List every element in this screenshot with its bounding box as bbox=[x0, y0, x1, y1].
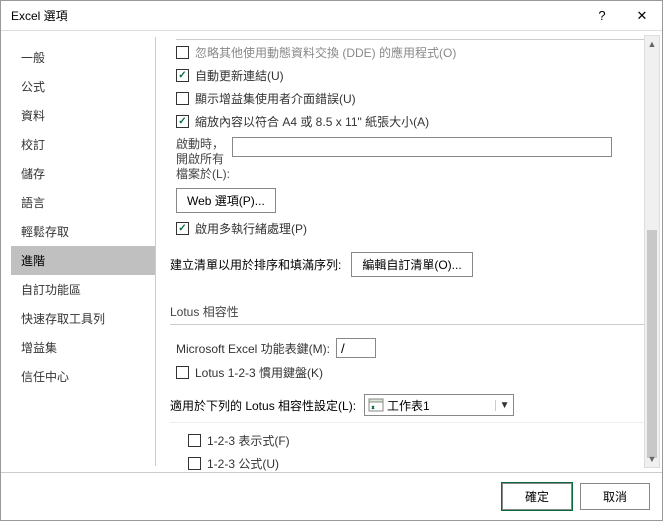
sidebar-item-addins[interactable]: 增益集 bbox=[11, 333, 155, 362]
category-sidebar: 一般 公式 資料 校訂 儲存 語言 輕鬆存取 進階 自訂功能區 快速存取工具列 … bbox=[11, 37, 156, 466]
vertical-scrollbar[interactable]: ▲ ▼ bbox=[644, 35, 660, 468]
section-header-lotus: Lotus 相容性 bbox=[170, 299, 648, 325]
sidebar-item-proofing[interactable]: 校訂 bbox=[11, 130, 155, 159]
web-options-button[interactable]: Web 選項(P)... bbox=[176, 188, 276, 213]
worksheet-icon bbox=[368, 397, 384, 413]
chevron-down-icon: ▼ bbox=[495, 400, 513, 411]
checkbox-123-expression[interactable] bbox=[188, 434, 201, 447]
sidebar-item-data[interactable]: 資料 bbox=[11, 101, 155, 130]
ok-button[interactable]: 確定 bbox=[502, 483, 572, 510]
label-fit-paper: 縮放內容以符合 A4 或 8.5 x 11" 紙張大小(A) bbox=[195, 113, 429, 130]
help-button[interactable]: ? bbox=[582, 1, 622, 31]
sidebar-item-quick-access[interactable]: 快速存取工具列 bbox=[11, 304, 155, 333]
sidebar-item-advanced[interactable]: 進階 bbox=[11, 246, 155, 275]
label-show-addin-errors: 顯示增益集使用者介面錯誤(U) bbox=[195, 90, 356, 107]
label-auto-update-links: 自動更新連結(U) bbox=[195, 67, 284, 84]
dialog-title: Excel 選項 bbox=[11, 7, 582, 24]
sheet-combobox[interactable]: 工作表1 ▼ bbox=[364, 394, 514, 416]
sheet-selected-label: 工作表1 bbox=[387, 397, 495, 414]
checkbox-show-addin-errors[interactable] bbox=[176, 92, 189, 105]
label-multithread: 啟用多執行緒處理(P) bbox=[195, 220, 307, 237]
label-lotus-applies-to: 適用於下列的 Lotus 相容性設定(L): bbox=[170, 397, 356, 414]
checkbox-lotus-keyboard[interactable] bbox=[176, 366, 189, 379]
sidebar-item-general[interactable]: 一般 bbox=[11, 43, 155, 72]
input-menu-key[interactable] bbox=[336, 338, 376, 358]
label-custom-sort-lists: 建立清單以用於排序和填滿序列: bbox=[170, 256, 341, 273]
checkbox-fit-paper[interactable] bbox=[176, 115, 189, 128]
checkbox-ignore-dde[interactable] bbox=[176, 46, 189, 59]
cancel-button[interactable]: 取消 bbox=[580, 483, 650, 510]
sidebar-item-trust-center[interactable]: 信任中心 bbox=[11, 362, 155, 391]
edit-custom-lists-button[interactable]: 編輯自訂清單(O)... bbox=[351, 252, 472, 277]
label-123-expression: 1-2-3 表示式(F) bbox=[207, 432, 290, 449]
checkbox-auto-update-links[interactable] bbox=[176, 69, 189, 82]
options-panel: 忽略其他使用動態資料交換 (DDE) 的應用程式(O) 自動更新連結(U) 顯示… bbox=[156, 31, 662, 472]
label-123-formula: 1-2-3 公式(U) bbox=[207, 455, 279, 472]
scroll-down-icon: ▼ bbox=[645, 451, 659, 467]
checkbox-multithread[interactable] bbox=[176, 222, 189, 235]
label-lotus-keyboard: Lotus 1-2-3 慣用鍵盤(K) bbox=[195, 364, 323, 381]
label-open-all-at-startup: 啟動時，開啟所有檔案於(L): bbox=[176, 137, 232, 182]
label-menu-key: Microsoft Excel 功能表鍵(M): bbox=[176, 340, 330, 357]
sidebar-item-formulas[interactable]: 公式 bbox=[11, 72, 155, 101]
scroll-up-icon: ▲ bbox=[645, 36, 659, 52]
sidebar-item-language[interactable]: 語言 bbox=[11, 188, 155, 217]
sidebar-item-save[interactable]: 儲存 bbox=[11, 159, 155, 188]
sidebar-item-customize-ribbon[interactable]: 自訂功能區 bbox=[11, 275, 155, 304]
sidebar-item-accessibility[interactable]: 輕鬆存取 bbox=[11, 217, 155, 246]
input-open-all-path[interactable] bbox=[232, 137, 612, 157]
checkbox-123-formula[interactable] bbox=[188, 457, 201, 470]
close-button[interactable]: ✕ bbox=[622, 1, 662, 31]
label-ignore-dde: 忽略其他使用動態資料交換 (DDE) 的應用程式(O) bbox=[195, 44, 456, 61]
scroll-thumb[interactable] bbox=[647, 230, 657, 458]
